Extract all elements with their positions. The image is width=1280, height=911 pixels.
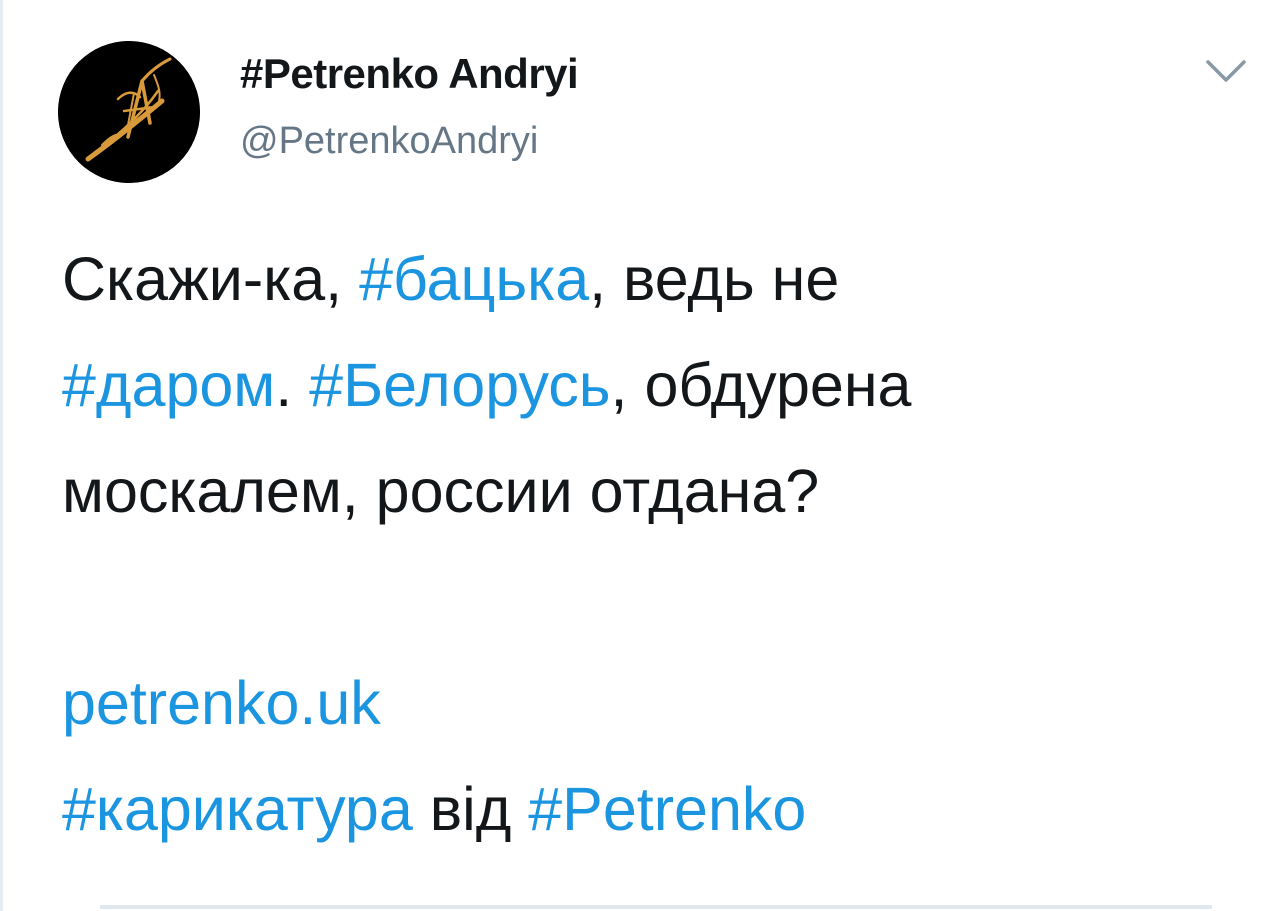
tweet-text-segment: , ведь не [589,245,840,313]
left-border [0,0,3,911]
hashtag-link[interactable]: #Белорусь [309,351,610,419]
hashtag-link[interactable]: #Petrenko [528,775,806,843]
tweet-line-2: #даром. #Белорусь, обдурена [62,332,1252,438]
tweet-text-segment: від [412,775,529,843]
website-link[interactable]: petrenko.uk [62,669,381,737]
hashtag-link[interactable]: #даром [62,351,275,419]
tweet-text: Скажи-ка, #бацька, ведь не #даром. #Бело… [62,226,1252,862]
avatar[interactable] [58,41,200,183]
hashtag-link[interactable]: #карикатура [62,775,413,843]
tweet-line-1: Скажи-ка, #бацька, ведь не [62,226,1252,332]
display-name[interactable]: #Petrenko Andryi [240,50,579,98]
tweet-text-segment: Скажи-ка, [62,245,360,313]
tweet-text-segment: . [275,351,310,419]
tweet-text-segment: , обдурена [610,351,912,419]
chevron-down-icon[interactable] [1204,56,1248,86]
user-handle[interactable]: @PetrenkoAndryi [240,120,538,163]
hashtag-link[interactable]: #бацька [359,245,589,313]
tweet-text-segment: москалем, россии отдана? [62,457,820,525]
signature-logo-icon [58,41,200,183]
tweet-line-3: москалем, россии отдана? [62,438,1252,544]
divider [100,905,1212,909]
tweet-line-5: #карикатура від #Petrenko [62,756,1252,862]
tweet-line-4: petrenko.uk [62,650,1252,756]
